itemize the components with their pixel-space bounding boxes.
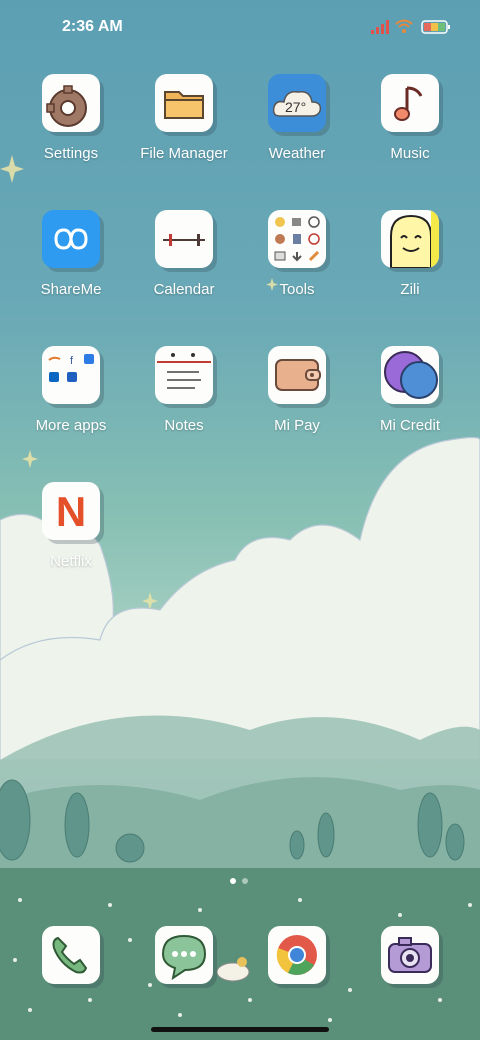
- page-indicator: [228, 878, 252, 886]
- app-notes[interactable]: Notes: [129, 346, 239, 456]
- app-netflix[interactable]: N Netflix: [16, 482, 126, 592]
- credit-icon: [381, 346, 439, 404]
- chat-bubble-icon: [155, 926, 213, 984]
- app-calendar[interactable]: Calendar: [129, 210, 239, 320]
- status-bar: 2:36 AM: [0, 0, 480, 56]
- app-mi-pay[interactable]: Mi Pay: [242, 346, 352, 456]
- app-label-mi-credit: Mi Credit: [379, 417, 440, 434]
- app-label-weather: Weather: [268, 145, 326, 162]
- music-note-icon: [381, 74, 439, 132]
- camera-icon: [381, 926, 439, 984]
- dock-camera[interactable]: [381, 926, 439, 984]
- cloud-icon: 27°: [268, 74, 326, 132]
- battery-icon: [421, 20, 450, 34]
- phone-icon: [42, 926, 100, 984]
- app-label-music: Music: [390, 145, 430, 162]
- dock-browser[interactable]: [268, 926, 326, 984]
- app-label-mi-pay: Mi Pay: [274, 417, 320, 434]
- app-label-zili: Zili: [400, 281, 420, 298]
- app-label-shareme: ShareMe: [40, 281, 102, 298]
- app-music[interactable]: Music: [355, 74, 465, 184]
- chrome-icon: [268, 926, 326, 984]
- tools-folder-icon: [268, 210, 326, 268]
- netflix-glyph: N: [55, 488, 87, 535]
- app-label-settings: Settings: [43, 145, 99, 162]
- app-file-manager[interactable]: File Manager: [129, 74, 239, 184]
- svg-text:f: f: [70, 355, 74, 367]
- app-tools[interactable]: Tools: [242, 210, 352, 320]
- app-label-tools: Tools: [279, 281, 315, 298]
- app-zili[interactable]: Zili: [355, 210, 465, 320]
- wifi-icon: [395, 19, 413, 33]
- app-label-more-apps: More apps: [35, 417, 107, 434]
- zili-face-icon: [381, 210, 439, 268]
- app-label-calendar: Calendar: [153, 281, 215, 298]
- weather-temperature: 27°: [285, 99, 307, 115]
- gear-icon: [42, 74, 100, 132]
- dock-phone[interactable]: [42, 926, 100, 984]
- app-label-file-manager: File Manager: [140, 145, 228, 162]
- status-time: 2:36 AM: [62, 18, 123, 35]
- page-dot-2: [242, 878, 248, 884]
- page-dot-1: [230, 878, 236, 884]
- app-mi-credit[interactable]: Mi Credit: [355, 346, 465, 456]
- apps-folder-icon: f: [42, 346, 100, 404]
- dock-messages[interactable]: [155, 926, 213, 984]
- home-indicator[interactable]: [151, 1027, 329, 1032]
- calendar-icon: [155, 210, 213, 268]
- app-more-apps[interactable]: f More apps: [16, 346, 126, 456]
- app-label-netflix: Netflix: [50, 553, 92, 570]
- app-label-notes: Notes: [164, 417, 204, 434]
- app-settings[interactable]: Settings: [16, 74, 126, 184]
- folder-icon: [155, 74, 213, 132]
- infinity-icon: [42, 210, 100, 268]
- netflix-icon: N: [42, 482, 100, 540]
- notes-icon: [155, 346, 213, 404]
- cellular-signal-icon: [371, 20, 389, 34]
- wallet-icon: [268, 346, 326, 404]
- app-shareme[interactable]: ShareMe: [16, 210, 126, 320]
- app-weather[interactable]: 27° Weather: [242, 74, 352, 184]
